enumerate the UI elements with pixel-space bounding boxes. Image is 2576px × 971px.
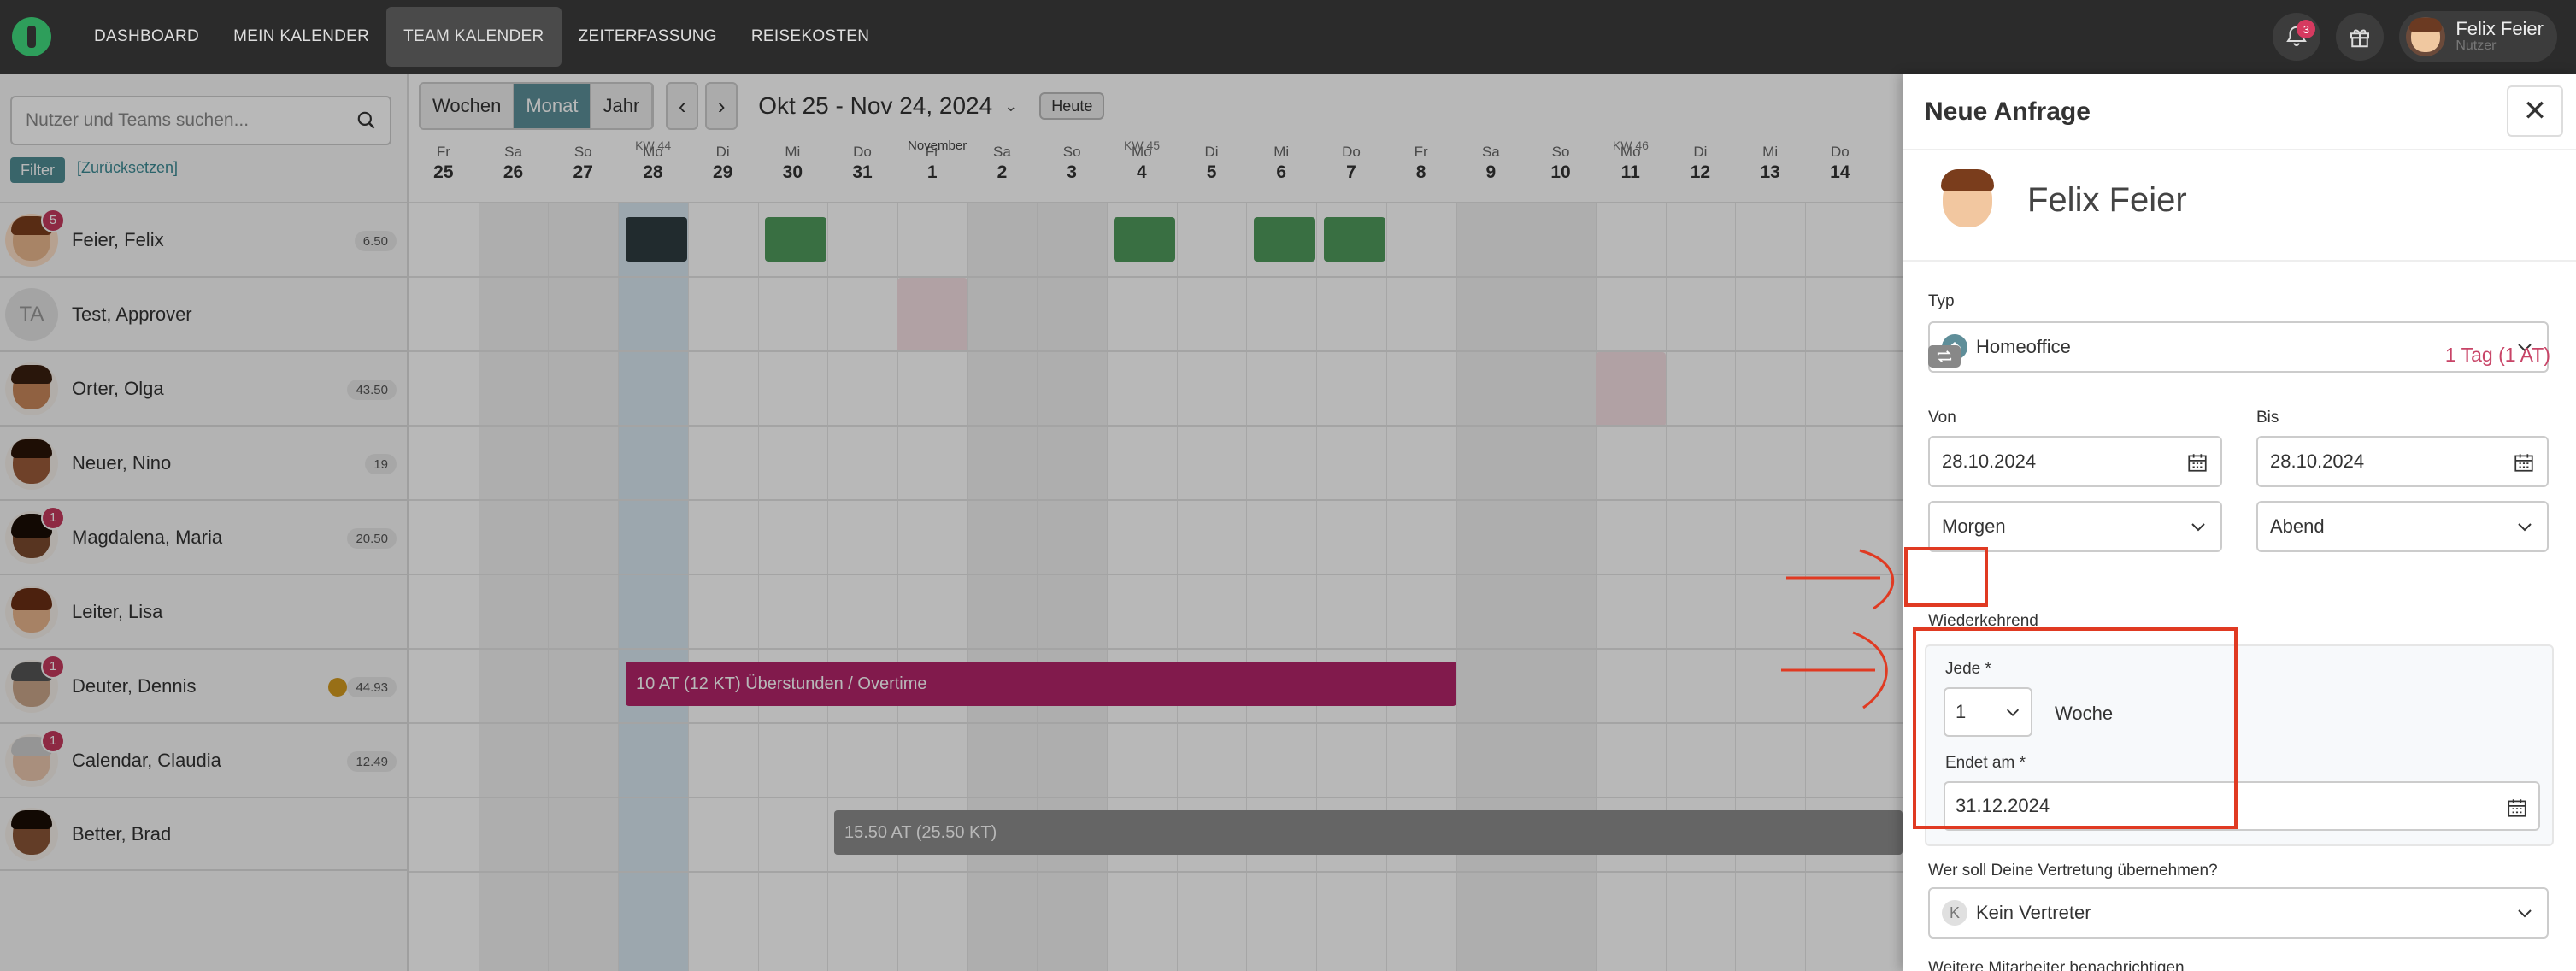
- user-role: Nutzer: [2455, 38, 2497, 53]
- type-label: Typ: [1928, 292, 1955, 310]
- close-button[interactable]: ✕: [2507, 85, 2563, 137]
- nav-zeiterfassung[interactable]: ZEITERFASSUNG: [562, 7, 734, 67]
- panel-user-name: Felix Feier: [2027, 180, 2187, 219]
- to-date-value: 28.10.2024: [2270, 450, 2365, 472]
- app-logo-icon[interactable]: [12, 17, 51, 56]
- chevron-down-icon: [2514, 516, 2535, 542]
- new-request-panel: Neue Anfrage ✕ Felix Feier Typ Homeoffic…: [1903, 74, 2576, 971]
- to-daypart-value: Abend: [2270, 515, 2325, 537]
- gift-button[interactable]: [2336, 13, 2385, 61]
- notify-label: Weitere Mitarbeiter benachrichtigen: [1928, 959, 2185, 971]
- day-count: 1 Tag (1 AT): [2444, 344, 2550, 366]
- repeat-icon: [1937, 350, 1952, 362]
- from-daypart-select[interactable]: Morgen: [1928, 501, 2222, 552]
- to-daypart-select[interactable]: Abend: [2256, 501, 2549, 552]
- chevron-down-icon: [2188, 516, 2208, 542]
- to-label: Bis: [2256, 409, 2279, 427]
- user-avatar: [2406, 17, 2446, 56]
- avatar: [1933, 166, 2002, 234]
- nav-reisekosten[interactable]: REISEKOSTEN: [734, 7, 886, 67]
- divider: [1903, 260, 2576, 262]
- modal-backdrop[interactable]: [0, 74, 1903, 971]
- substitute-initial: K: [1942, 900, 1967, 926]
- user-name: Felix Feier: [2455, 18, 2544, 39]
- from-date-input[interactable]: 28.10.2024: [1928, 436, 2222, 487]
- substitute-select[interactable]: K Kein Vertreter: [1928, 887, 2549, 939]
- notification-count-badge: 3: [2297, 20, 2316, 38]
- app-root: DASHBOARD MEIN KALENDER TEAM KALENDER ZE…: [0, 0, 2576, 971]
- gift-icon: [2350, 29, 2370, 48]
- from-date-value: 28.10.2024: [1942, 450, 2037, 472]
- calendar-icon: [2186, 451, 2208, 479]
- panel-title: Neue Anfrage: [1925, 97, 2091, 126]
- calendar-icon: [2506, 797, 2528, 824]
- nav-mein-kalender[interactable]: MEIN KALENDER: [216, 7, 386, 67]
- nav-team-kalender[interactable]: TEAM KALENDER: [386, 7, 562, 67]
- chevron-down-icon: [2514, 903, 2535, 928]
- to-date-input[interactable]: 28.10.2024: [2256, 436, 2549, 487]
- annotation-box: [1913, 627, 2238, 829]
- top-navigation: DASHBOARD MEIN KALENDER TEAM KALENDER ZE…: [0, 0, 2576, 74]
- notifications-button[interactable]: 3: [2273, 13, 2321, 61]
- from-label: Von: [1928, 409, 1956, 427]
- nav-dashboard[interactable]: DASHBOARD: [77, 7, 216, 67]
- type-value: Homeoffice: [1976, 336, 2071, 357]
- recurring-toggle-button[interactable]: [1928, 345, 1961, 368]
- annotation-box: [1904, 547, 1988, 607]
- from-daypart-value: Morgen: [1942, 515, 2006, 537]
- topbar-actions: 3 Felix Feier Nutzer: [2273, 0, 2576, 74]
- substitute-value: Kein Vertreter: [1976, 902, 2091, 923]
- annotation-arrows: [1781, 549, 1895, 709]
- divider: [1903, 149, 2576, 150]
- close-icon: ✕: [2522, 95, 2548, 127]
- substitute-label: Wer soll Deine Vertretung übernehmen?: [1928, 862, 2218, 880]
- user-menu[interactable]: Felix Feier Nutzer: [2399, 11, 2557, 62]
- panel-user: Felix Feier: [1933, 166, 2187, 234]
- calendar-icon: [2513, 451, 2535, 479]
